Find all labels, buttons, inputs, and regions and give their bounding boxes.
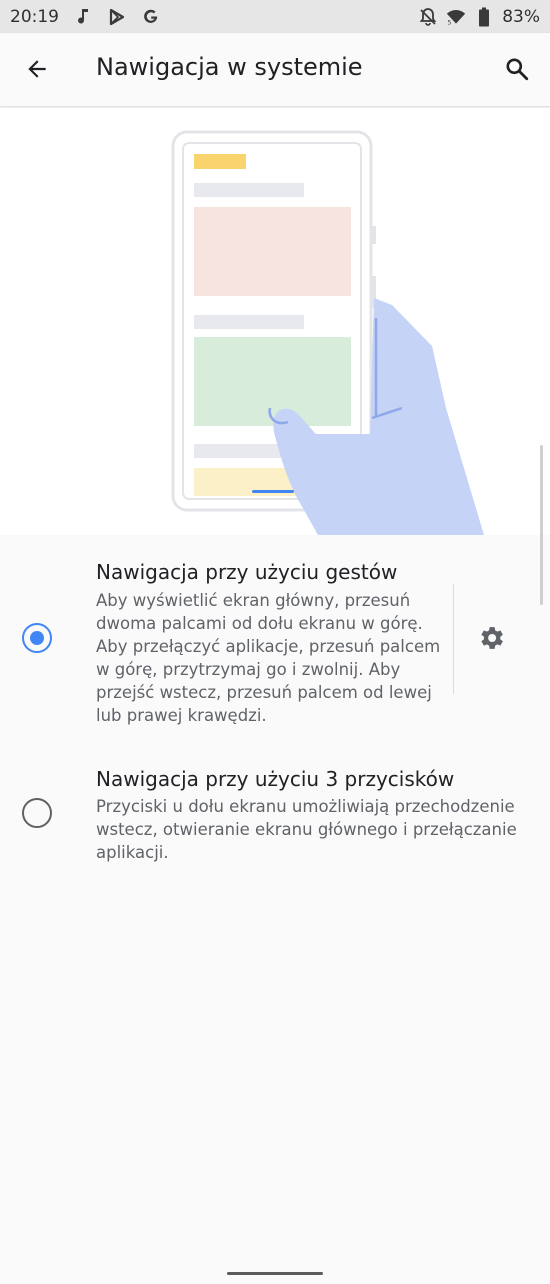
- wifi-icon: 5: [446, 7, 466, 27]
- gesture-navigation-illustration: [0, 108, 550, 535]
- option-title: Nawigacja przy użyciu 3 przycisków: [96, 767, 455, 791]
- svg-text:5: 5: [448, 20, 452, 26]
- option-3-button-navigation[interactable]: Nawigacja przy użyciu 3 przycisków Przyc…: [0, 745, 550, 885]
- placeholder-card-red: [194, 207, 351, 296]
- battery-icon: [474, 7, 494, 27]
- play-store-icon: [107, 7, 127, 27]
- arrow-back-icon: [28, 60, 46, 78]
- placeholder-header-bar: [194, 154, 246, 169]
- option-title: Nawigacja przy użyciu gestów: [96, 560, 398, 584]
- placeholder-card-green: [194, 337, 351, 426]
- search-button[interactable]: [494, 46, 540, 92]
- gesture-bar: [252, 490, 294, 493]
- radio-dot: [30, 631, 44, 645]
- gear-icon: [481, 627, 503, 649]
- music-note-icon: [73, 7, 93, 27]
- app-bar: Nawigacja w systemie: [0, 33, 550, 107]
- radio-3-button-navigation[interactable]: [22, 798, 52, 828]
- page-title: Nawigacja w systemie: [96, 53, 363, 81]
- notifications-off-icon: [418, 7, 438, 27]
- vertical-divider: [453, 584, 454, 694]
- radio-gesture-navigation[interactable]: [22, 623, 52, 653]
- back-button[interactable]: [14, 46, 60, 92]
- battery-level: 83%: [502, 6, 540, 27]
- gesture-settings-button[interactable]: [469, 616, 513, 660]
- status-time: 20:19: [10, 6, 59, 27]
- gesture-navigation-handle[interactable]: [227, 1272, 323, 1275]
- search-icon: [506, 58, 529, 81]
- option-summary: Aby wyświetlić ekran główny, przesuń dwo…: [96, 591, 441, 725]
- google-icon: [141, 7, 161, 27]
- option-gesture-navigation[interactable]: Nawigacja przy użyciu gestów Aby wyświet…: [0, 535, 550, 735]
- status-bar: 20:19 5 83%: [0, 0, 550, 33]
- option-summary: Przyciski u dołu ekranu umożliwiają prze…: [96, 797, 517, 862]
